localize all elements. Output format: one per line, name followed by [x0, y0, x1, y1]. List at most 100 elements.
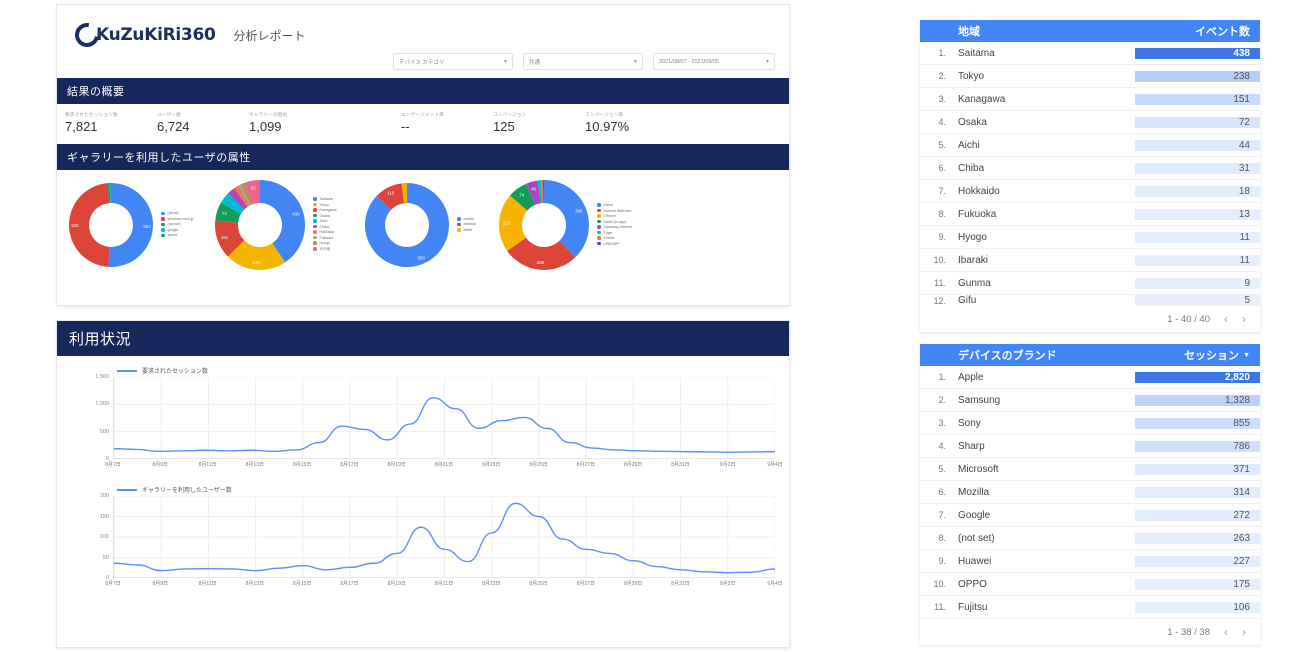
legend-color-swatch	[597, 230, 601, 235]
x-axis-tick: 8月19日	[387, 462, 406, 468]
donut-browser-legend: Safari Android Webview Chrome Safari (in-ap…	[597, 203, 659, 247]
table-row[interactable]: 5. Aichi 44	[920, 134, 1260, 157]
table-row[interactable]: 7. Hokkaido 18	[920, 180, 1260, 203]
y-axis-labels: 1,500 1,000 500 0	[71, 374, 111, 462]
table-row[interactable]: 10. Ibaraki 11	[920, 249, 1260, 272]
table-row[interactable]: 4. Sharp 786	[920, 435, 1260, 458]
table-row[interactable]: 1. Saitama 438	[920, 42, 1260, 65]
table-row[interactable]: 5. Microsoft 371	[920, 458, 1260, 481]
legend-color-swatch	[313, 213, 317, 218]
metric-label: 要求されたセッション数	[65, 112, 118, 117]
table-row[interactable]: 1. Apple 2,820	[920, 366, 1260, 389]
table-row[interactable]: 6. Mozilla 314	[920, 481, 1260, 504]
table-row[interactable]: 2. Tokyo 238	[920, 65, 1260, 88]
y-axis-tick: 500	[99, 428, 109, 435]
row-dimension: Fukuoka	[958, 208, 997, 220]
x-axis-tick: 8月25日	[529, 462, 548, 468]
donut-browser: 399 290 223 74 46 Safari Android Webview Chrome…	[497, 178, 659, 272]
y-axis-tick: 200	[99, 493, 109, 499]
table-row[interactable]: 4. Osaka 72	[920, 111, 1260, 134]
metric-label: ギャラリーの開始	[249, 112, 288, 117]
usage-card: 利用状況 要求されたセッション数 1,500 1,000 500 0 8月7日 8月9日 8月…	[56, 320, 790, 648]
legend-color-swatch	[313, 247, 317, 251]
legend-item: Aichi	[313, 219, 363, 223]
metric-gallery-starts: ギャラリーの開始 1,099	[249, 112, 341, 134]
legend-label: mobile	[463, 216, 475, 221]
filter-region[interactable]: 共通 ▾	[523, 53, 643, 70]
table-row[interactable]: 3. Kanagawa 151	[920, 88, 1260, 111]
row-rank: 4.	[938, 117, 946, 127]
next-page-icon[interactable]: ›	[1242, 312, 1246, 326]
metric-value: 6,724	[157, 119, 190, 134]
x-axis-tick: 9月2日	[719, 462, 736, 468]
legend-item: Android Webview	[597, 209, 659, 213]
table-row[interactable]: 7. Google 272	[920, 504, 1260, 527]
legend-item: Tokyo	[313, 203, 363, 207]
table-row[interactable]: 12. Gifu 5	[920, 295, 1260, 306]
row-dimension: Osaka	[958, 116, 987, 128]
metric-label: コンバージョン	[493, 112, 527, 117]
table-row[interactable]: 8. (not set) 263	[920, 527, 1260, 550]
legend-label: tablet	[463, 227, 473, 232]
next-page-icon[interactable]: ›	[1242, 625, 1246, 639]
table-row[interactable]: 10. OPPO 175	[920, 573, 1260, 596]
legend-label: Tokyo	[319, 202, 329, 207]
table-row[interactable]: 9. Huawei 227	[920, 550, 1260, 573]
legend-color-swatch	[161, 233, 165, 237]
table-row[interactable]: 8. Fukuoka 13	[920, 203, 1260, 226]
filter-device-category[interactable]: デバイス カテゴリ ▾	[393, 53, 513, 70]
legend-label: desktop	[463, 222, 477, 227]
column-header-metric[interactable]: イベント数	[1135, 23, 1260, 39]
row-rank: 11.	[934, 602, 946, 612]
row-rank: 2.	[938, 395, 946, 405]
table-row[interactable]: 3. Sony 855	[920, 412, 1260, 435]
donut-slice-value: 438	[292, 212, 300, 217]
usage-section-title: 利用状況	[57, 321, 789, 356]
circle-logo-icon	[70, 18, 104, 52]
row-metric: 238	[1135, 70, 1260, 82]
x-axis-tick: 8月13日	[245, 462, 265, 468]
donut-slice-value: 46	[531, 187, 536, 192]
legend-label: Fukuoka	[319, 235, 334, 240]
x-axis-tick: 8月23日	[482, 581, 501, 587]
legend-color-swatch	[313, 202, 317, 207]
filter-bar: デバイス カテゴリ ▾ 共通 ▾ 2021/08/07 - 2021/09/05…	[57, 51, 789, 78]
legend-color-swatch	[457, 217, 461, 221]
row-dimension: OPPO	[958, 578, 987, 590]
legend-item: Safari	[597, 203, 659, 207]
row-dimension: Sony	[958, 417, 981, 429]
row-dimension: Gifu	[958, 295, 977, 306]
metric-value: 1,099	[249, 119, 282, 134]
row-dimension: Saitama	[958, 47, 995, 59]
donut-device-category-graphic: 958 118	[365, 183, 449, 267]
x-axis-tick: 8月15日	[292, 581, 312, 587]
donut-slice-value: 563	[143, 224, 151, 229]
column-header-dimension[interactable]: デバイスのブランド	[954, 347, 1135, 363]
legend-label: yahoo	[167, 233, 178, 238]
row-rank: 9.	[938, 556, 946, 566]
column-header-dimension[interactable]: 地域	[954, 23, 1135, 39]
row-metric: 11	[1135, 231, 1260, 243]
donut-traffic-source-legend: (direct) shinkoku-mou.jp (not set) google ya…	[161, 211, 213, 239]
row-dimension: Chiba	[958, 162, 985, 174]
row-rank: 10.	[933, 255, 946, 265]
usage-charts: 要求されたセッション数 1,500 1,000 500 0 8月7日 8月9日 8月11日 8月…	[57, 356, 789, 594]
donut-slice-value: 63	[251, 186, 256, 191]
x-axis-tick: 8月7日	[105, 581, 121, 587]
prev-page-icon[interactable]: ‹	[1224, 312, 1228, 326]
legend-item: Hokkaido	[313, 230, 363, 234]
table-row[interactable]: 9. Hyogo 11	[920, 226, 1260, 249]
row-metric: 227	[1135, 555, 1260, 567]
table-row[interactable]: 11. Fujitsu 106	[920, 596, 1260, 619]
table-row[interactable]: 6. Chiba 31	[920, 157, 1260, 180]
filter-region-value: 共通	[529, 59, 541, 66]
table-row[interactable]: 2. Samsung 1,328	[920, 389, 1260, 412]
filter-date-range[interactable]: 2021/08/07 - 2021/09/05 ▾	[653, 53, 775, 70]
metric-conversion-rate: コンバージョン率 10.97%	[585, 112, 677, 134]
filter-date-range-value: 2021/08/07 - 2021/09/05	[659, 58, 719, 65]
column-header-metric[interactable]: セッション ▼	[1135, 347, 1260, 363]
row-metric: 855	[1135, 417, 1260, 429]
prev-page-icon[interactable]: ‹	[1224, 625, 1228, 639]
table-row[interactable]: 11. Gunma 9	[920, 272, 1260, 295]
pagination-range: 1 - 38 / 38	[1167, 626, 1210, 638]
